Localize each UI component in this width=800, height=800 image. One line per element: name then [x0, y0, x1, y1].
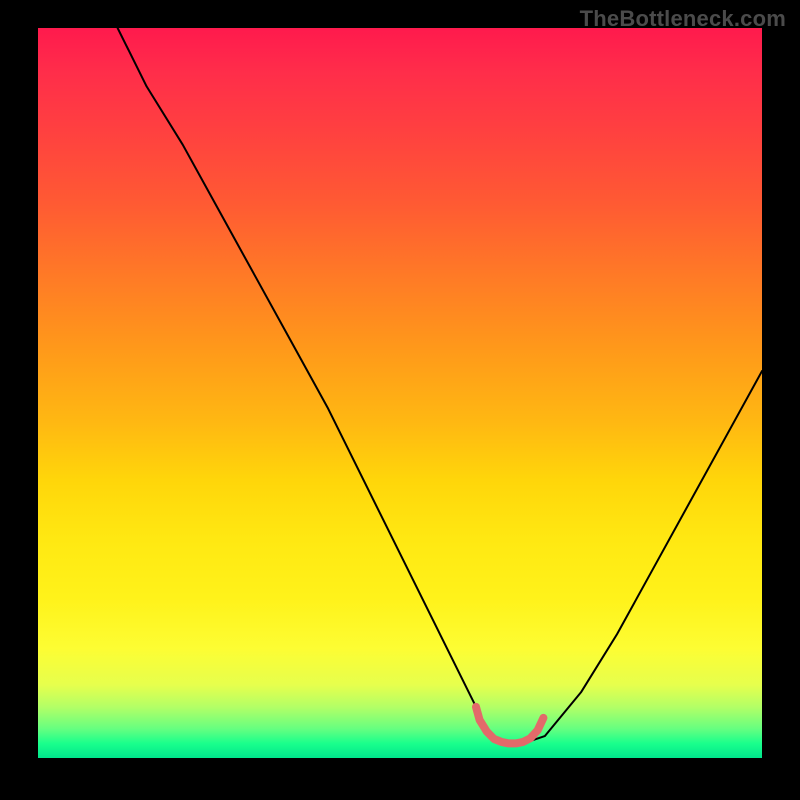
bottleneck-curve: [118, 28, 762, 743]
chart-frame: TheBottleneck.com: [0, 0, 800, 800]
curve-layer: [38, 28, 762, 758]
watermark-text: TheBottleneck.com: [580, 6, 786, 32]
optimal-zone: [476, 707, 543, 744]
plot-area: [38, 28, 762, 758]
